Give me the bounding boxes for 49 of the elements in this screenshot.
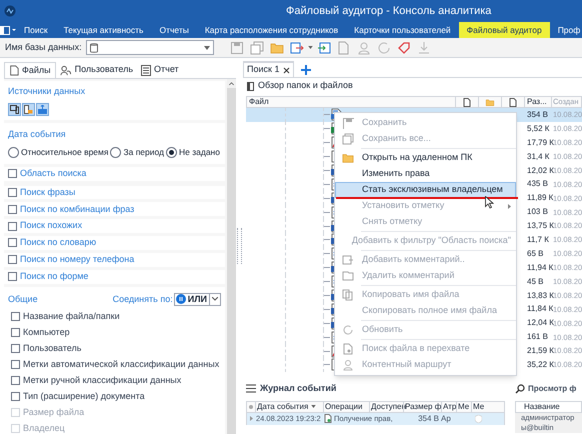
radio-label: Не задано [179,146,220,159]
size-cell-text: 65 B [526,248,544,260]
criterion-label: Тип (расширение) документа [23,390,145,403]
criterion-label: Компьютер [23,326,70,339]
size-cell-text: 31,4 К [526,150,550,163]
size-cell-text: 13,75 К [526,220,552,232]
size-cell-text: 11,94 К [526,262,552,274]
attributes-cell-text: Ap [441,412,452,425]
size-cell-text: 354 B [526,108,549,121]
panel-title: Просмотр ф [528,382,576,395]
criterion-label: Название файла/папки [23,310,120,323]
size-cell-text: 21,59 К [526,345,552,358]
database-label: Имя базы данных: [5,40,82,54]
criterion-label: Метки ручной классификации данных [23,374,182,387]
filter-label: Поиск по форме [20,270,88,283]
window-title: Файловый аудитор - Консоль аналитика [286,4,492,19]
filter-label: Поиск по номеру телефона [20,253,134,266]
filter-label: Поиск по словарю [20,236,96,250]
radio-label: За период [123,146,164,159]
size-cell-text: 12,04 К [526,317,552,330]
criterion-label: Пользователь [23,342,82,355]
filter-label: Поиск похожих [20,219,82,232]
size-cell-text: 103 B [526,206,549,218]
size-cell-text: 45 B [526,276,544,288]
size-cell-text: 354 B [417,412,440,425]
size-cell-text: 17,79 К [526,136,552,149]
criterion-label: Размер файла [23,406,84,419]
size-cell-text: 161 B [526,331,549,344]
size-cell-text: 435 B [526,178,549,190]
filter-label: Область поиска [20,166,86,180]
section-title: Общие [8,292,38,306]
panel-title: Журнал событий [260,382,336,396]
size-cell-text: 11,89 К [526,192,552,204]
size-cell-text: 35,22 К [526,358,552,371]
size-cell-text: 11,7 К [526,234,550,246]
criterion-label: Метки автоматической классификации данных [23,358,220,371]
join-value: ИЛИ [188,292,207,306]
panel-title: Обзор папок и файлов [258,79,353,92]
size-cell-text: 13,83 К [526,290,552,302]
radio-label: Относительное время [21,146,108,159]
section-title: Дата события [8,128,67,141]
criterion-label: Владелец [23,422,65,434]
join-label: Соединять по: [112,292,173,306]
size-cell-text: 5,52 К [526,122,550,135]
filter-label: Поиск фразы [20,186,76,199]
section-title: Источники данных [8,85,86,98]
size-cell-text: 11,84 К [526,303,552,316]
size-cell-text: 12,02 К [526,164,552,176]
filter-label: Поиск по комбинации фраз [20,202,134,216]
